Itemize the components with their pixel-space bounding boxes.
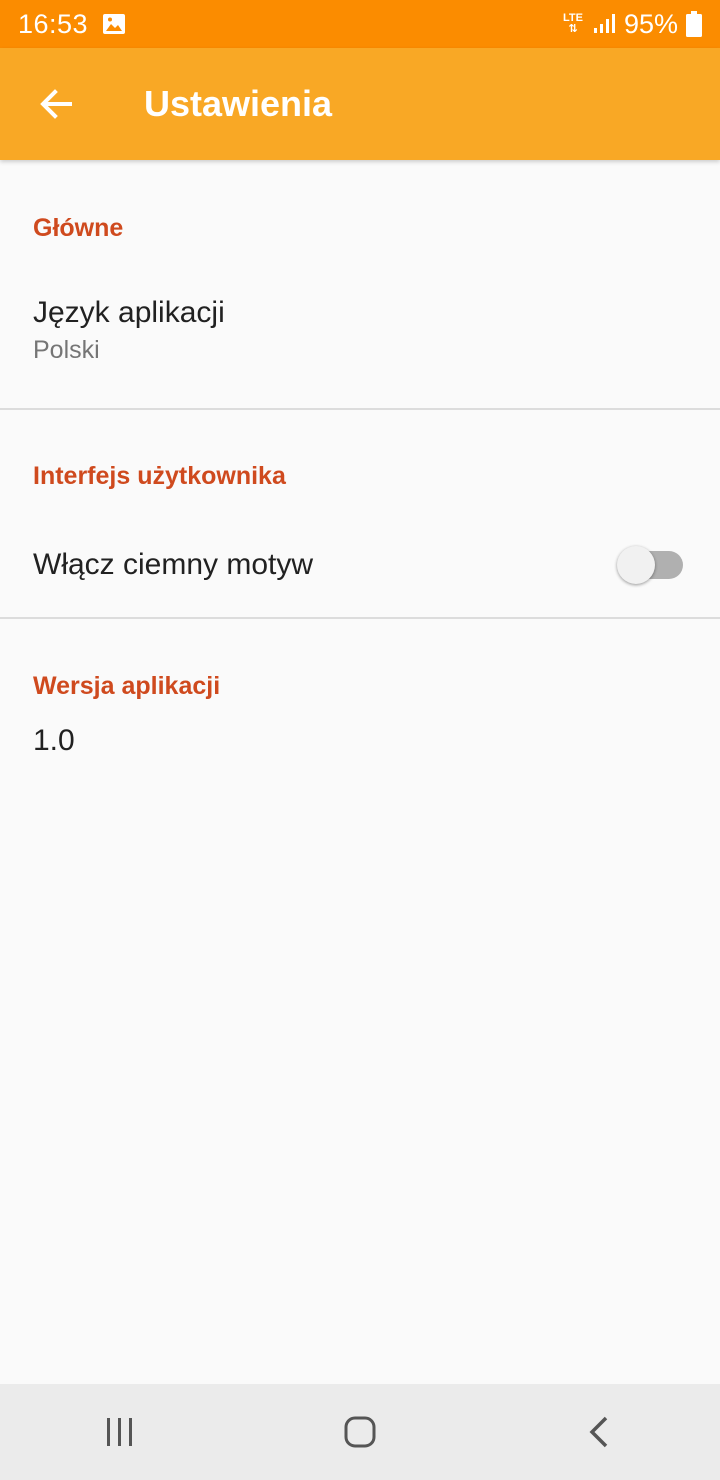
battery-percentage: 95% <box>623 8 678 39</box>
preference-summary: Polski <box>33 336 100 364</box>
status-bar: 16:53 LTE ⇅ 95% <box>0 0 720 48</box>
section-version: Wersja aplikacji 1.0 <box>0 619 720 819</box>
page-title: Ustawienia <box>144 83 333 124</box>
status-time: 16:53 <box>18 8 89 39</box>
app-bar: Ustawienia <box>0 48 720 160</box>
recent-apps-button[interactable] <box>60 1384 180 1480</box>
back-button[interactable] <box>0 48 112 160</box>
dark-theme-switch[interactable] <box>617 543 687 587</box>
preference-title: Język aplikacji <box>33 296 225 329</box>
recent-apps-icon <box>107 1418 132 1446</box>
status-indicators: LTE ⇅ 95% <box>562 9 702 40</box>
nav-back-button[interactable] <box>540 1384 660 1480</box>
home-button[interactable] <box>300 1384 420 1480</box>
version-value: 1.0 <box>33 724 75 757</box>
language-preference[interactable]: Język aplikacji Polski <box>0 280 720 400</box>
home-icon <box>344 1416 376 1448</box>
arrow-left-icon <box>40 89 72 119</box>
category-header-version: Wersja aplikacji <box>33 672 221 700</box>
settings-screen: 16:53 LTE ⇅ 95% Ustawienia Główne Język … <box>0 0 720 1480</box>
category-header-ui: Interfejs użytkownika <box>33 462 286 490</box>
version-preference: 1.0 <box>0 724 720 758</box>
section-ui: Interfejs użytkownika Włącz ciemny motyw <box>0 410 720 617</box>
back-icon <box>589 1416 608 1448</box>
settings-list: Główne Język aplikacji Polski Interfejs … <box>0 160 720 819</box>
category-header-main: Główne <box>33 214 124 242</box>
battery-icon <box>686 11 702 37</box>
image-notification-icon <box>103 14 126 34</box>
section-main: Główne Język aplikacji Polski <box>0 160 720 408</box>
dark-theme-preference[interactable]: Włącz ciemny motyw <box>0 510 720 620</box>
preference-title: Włącz ciemny motyw <box>33 548 314 581</box>
signal-icon <box>593 14 615 33</box>
lte-icon: LTE ⇅ <box>562 12 583 35</box>
switch-thumb <box>617 546 655 584</box>
system-nav-bar <box>0 1384 720 1480</box>
